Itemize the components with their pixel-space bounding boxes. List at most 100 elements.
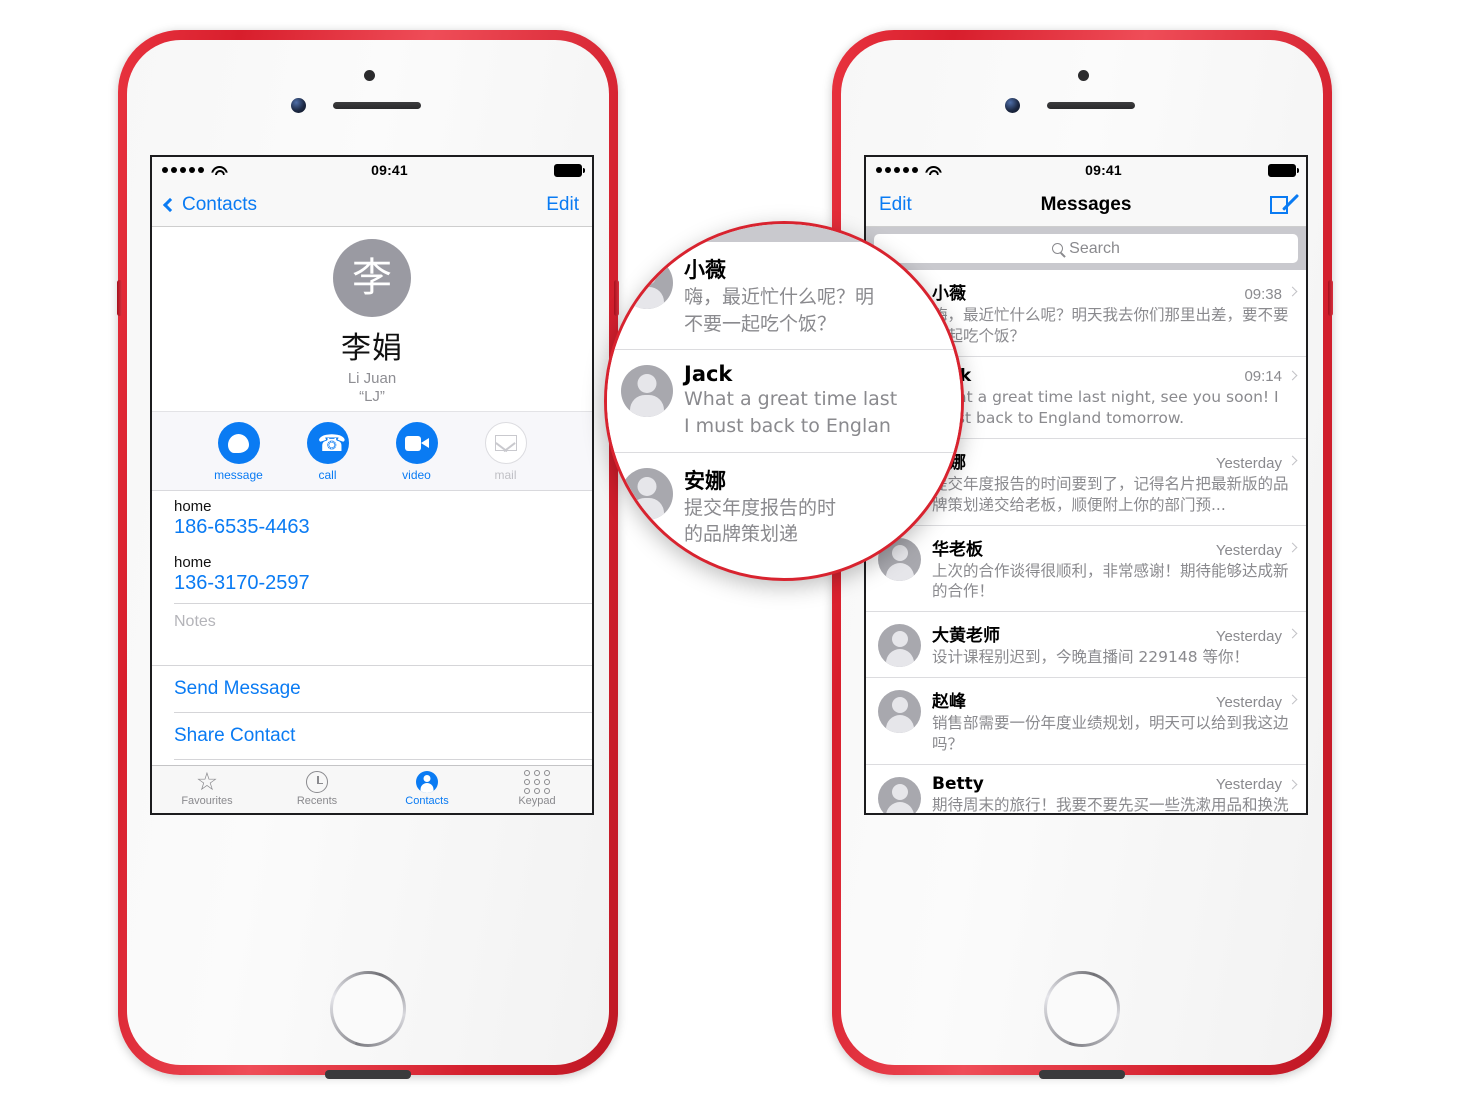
compose-message-button[interactable] — [1270, 193, 1299, 216]
conversation-name: 小薇 — [684, 258, 726, 282]
chevron-right-icon — [1287, 286, 1298, 297]
conversation-preview: 嗨，最近忙什么呢？明天我去你们那里出差，要不要一起吃个饭？ — [932, 306, 1289, 345]
phone-field-row[interactable]: home 186-6535-4463 — [152, 491, 592, 547]
contact-romanized-name: Li Juan — [347, 370, 397, 387]
share-contact-button[interactable]: Share Contact — [152, 713, 592, 759]
home-button[interactable] — [330, 971, 406, 1047]
contact-nickname: “LJ” — [359, 388, 385, 405]
status-bar-time: 09:41 — [1085, 162, 1122, 178]
phone-field-label: home — [174, 554, 212, 571]
chevron-right-icon — [1287, 455, 1298, 466]
magnified-list-item[interactable]: Jack What a great time last I must back … — [607, 350, 961, 453]
tab-recents[interactable]: Recents — [262, 766, 372, 813]
conversation-preview: 上次的合作谈得很顺利，非常感谢！期待能够达成新的合作！ — [932, 561, 1289, 601]
conversation-time: Yesterday — [1215, 628, 1282, 646]
conversation-preview: 期待周末的旅行！我要不要先买一些洗漱用品和换洗衣物呀？ — [932, 796, 1289, 815]
keypad-icon — [482, 770, 592, 794]
left-phone-device: 09:41 Contacts Edit 李 李娟 Li Juan “LJ” me… — [117, 30, 619, 1079]
page-title: Messages — [1040, 193, 1132, 215]
messages-nav-bar: Edit Messages — [866, 183, 1306, 227]
conversation-name: 大黄老师 — [932, 626, 1000, 647]
notes-placeholder: Notes — [174, 613, 216, 630]
send-message-button[interactable]: Send Message — [152, 666, 592, 712]
tab-contacts[interactable]: Contacts — [372, 766, 482, 813]
conversation-time: Yesterday — [1215, 694, 1282, 712]
volume-button[interactable] — [117, 280, 122, 316]
compose-icon — [1270, 193, 1299, 216]
conversation-time: 09:14 — [1244, 367, 1282, 385]
action-video-label: video — [402, 468, 431, 482]
tab-recents-label: Recents — [296, 795, 338, 807]
edit-messages-button[interactable]: Edit — [879, 194, 912, 216]
home-button[interactable] — [1044, 971, 1120, 1047]
battery-icon — [1268, 163, 1300, 177]
wifi-icon — [924, 165, 939, 176]
phone-field-value[interactable]: 136-3170-2597 — [174, 572, 570, 595]
conversation-name: 安娜 — [684, 468, 726, 493]
phone-field-value[interactable]: 186-6535-4463 — [174, 516, 570, 539]
contact-action-bar: message call video mail — [152, 411, 592, 491]
avatar — [878, 624, 921, 668]
action-call[interactable]: call — [297, 422, 359, 482]
envelope-icon — [484, 422, 527, 464]
magnified-list-item[interactable]: 安娜 提交年度报告的时 的品牌策划递 — [607, 452, 961, 560]
earpiece-speaker — [333, 102, 421, 109]
front-camera-icon — [291, 98, 306, 113]
magnified-search-strip — [607, 224, 961, 242]
front-camera-icon — [1005, 98, 1020, 113]
back-to-contacts-button[interactable]: Contacts — [162, 193, 257, 216]
conversation-time: 09:38 — [1244, 286, 1282, 303]
action-message[interactable]: message — [208, 422, 270, 482]
magnified-list-item[interactable]: 小薇 嗨，最近忙什么呢？明 不要一起吃个饭？ — [607, 242, 961, 351]
bottom-antenna-line — [1039, 1070, 1125, 1079]
contact-name: 李娟 — [341, 331, 403, 366]
conversation-preview-line-2: 不要一起吃个饭？ — [684, 312, 837, 335]
list-item[interactable]: Betty Yesterday 期待周末的旅行！我要不要先买一些洗漱用品和换洗衣… — [866, 765, 1306, 815]
list-item[interactable]: 大黄老师 Yesterday 设计课程别迟到，今晚直播间 229148 等你！ — [866, 612, 1306, 679]
screenshot-stage: 09:41 Contacts Edit 李 李娟 Li Juan “LJ” me… — [0, 0, 1457, 1103]
conversation-preview: 提交年度报告的时间要到了，记得名片把最新版的品牌策划递交给老板，顺便附上你的部门… — [932, 474, 1289, 514]
avatar — [878, 777, 921, 813]
chevron-right-icon — [1287, 370, 1298, 381]
conversation-preview-line-2: 的品牌策划递 — [684, 523, 799, 546]
conversation-name: Betty — [932, 774, 984, 795]
conversation-preview: 设计课程别迟到，今晚直播间 229148 等你！ — [932, 648, 1250, 667]
chevron-right-icon — [1287, 542, 1298, 552]
contact-nav-bar: Contacts Edit — [152, 183, 592, 227]
star-icon: ☆ — [195, 768, 219, 796]
person-icon — [372, 770, 482, 794]
magnifier-callout: 小薇 嗨，最近忙什么呢？明 不要一起吃个饭？ Jack What a great… — [604, 221, 964, 581]
list-item[interactable]: 赵峰 Yesterday 销售部需要一份年度业绩规划，明天可以给到我这边吗？ — [866, 678, 1306, 766]
phone-icon — [306, 422, 349, 464]
conversation-preview-line-2: I must back to Englan — [684, 414, 891, 437]
conversation-preview-line-1: 提交年度报告的时 — [684, 496, 837, 519]
action-mail-label: mail — [494, 468, 517, 482]
wifi-icon — [210, 165, 225, 176]
tab-keypad[interactable]: Keypad — [482, 766, 592, 813]
search-icon — [1052, 243, 1064, 254]
tab-favourites-label: Favourites — [181, 795, 233, 807]
avatar — [621, 365, 673, 418]
contact-avatar: 李 — [333, 239, 411, 317]
tab-keypad-label: Keypad — [518, 795, 556, 807]
battery-icon — [554, 163, 586, 177]
conversation-time: Yesterday — [1215, 541, 1282, 559]
notes-field[interactable]: Notes — [152, 604, 592, 665]
action-call-label: call — [318, 468, 337, 482]
tab-favourites[interactable]: ☆ Favourites — [152, 766, 262, 813]
chevron-left-icon — [162, 197, 178, 212]
back-button-label: Contacts — [182, 193, 257, 215]
video-camera-icon — [395, 422, 438, 464]
proximity-sensor-icon — [1078, 70, 1089, 81]
search-placeholder: Search — [1069, 239, 1120, 257]
action-video[interactable]: video — [386, 422, 448, 482]
edit-contact-button[interactable]: Edit — [546, 194, 579, 216]
conversation-time: Yesterday — [1215, 776, 1282, 794]
chevron-right-icon — [1287, 628, 1298, 639]
status-bar-time: 09:41 — [371, 162, 408, 178]
power-button[interactable] — [1328, 280, 1333, 316]
phone-field-row[interactable]: home 136-3170-2597 — [152, 547, 592, 603]
status-bar: 09:41 — [866, 157, 1306, 183]
conversation-name: 赵峰 — [932, 692, 966, 713]
avatar — [878, 690, 921, 734]
